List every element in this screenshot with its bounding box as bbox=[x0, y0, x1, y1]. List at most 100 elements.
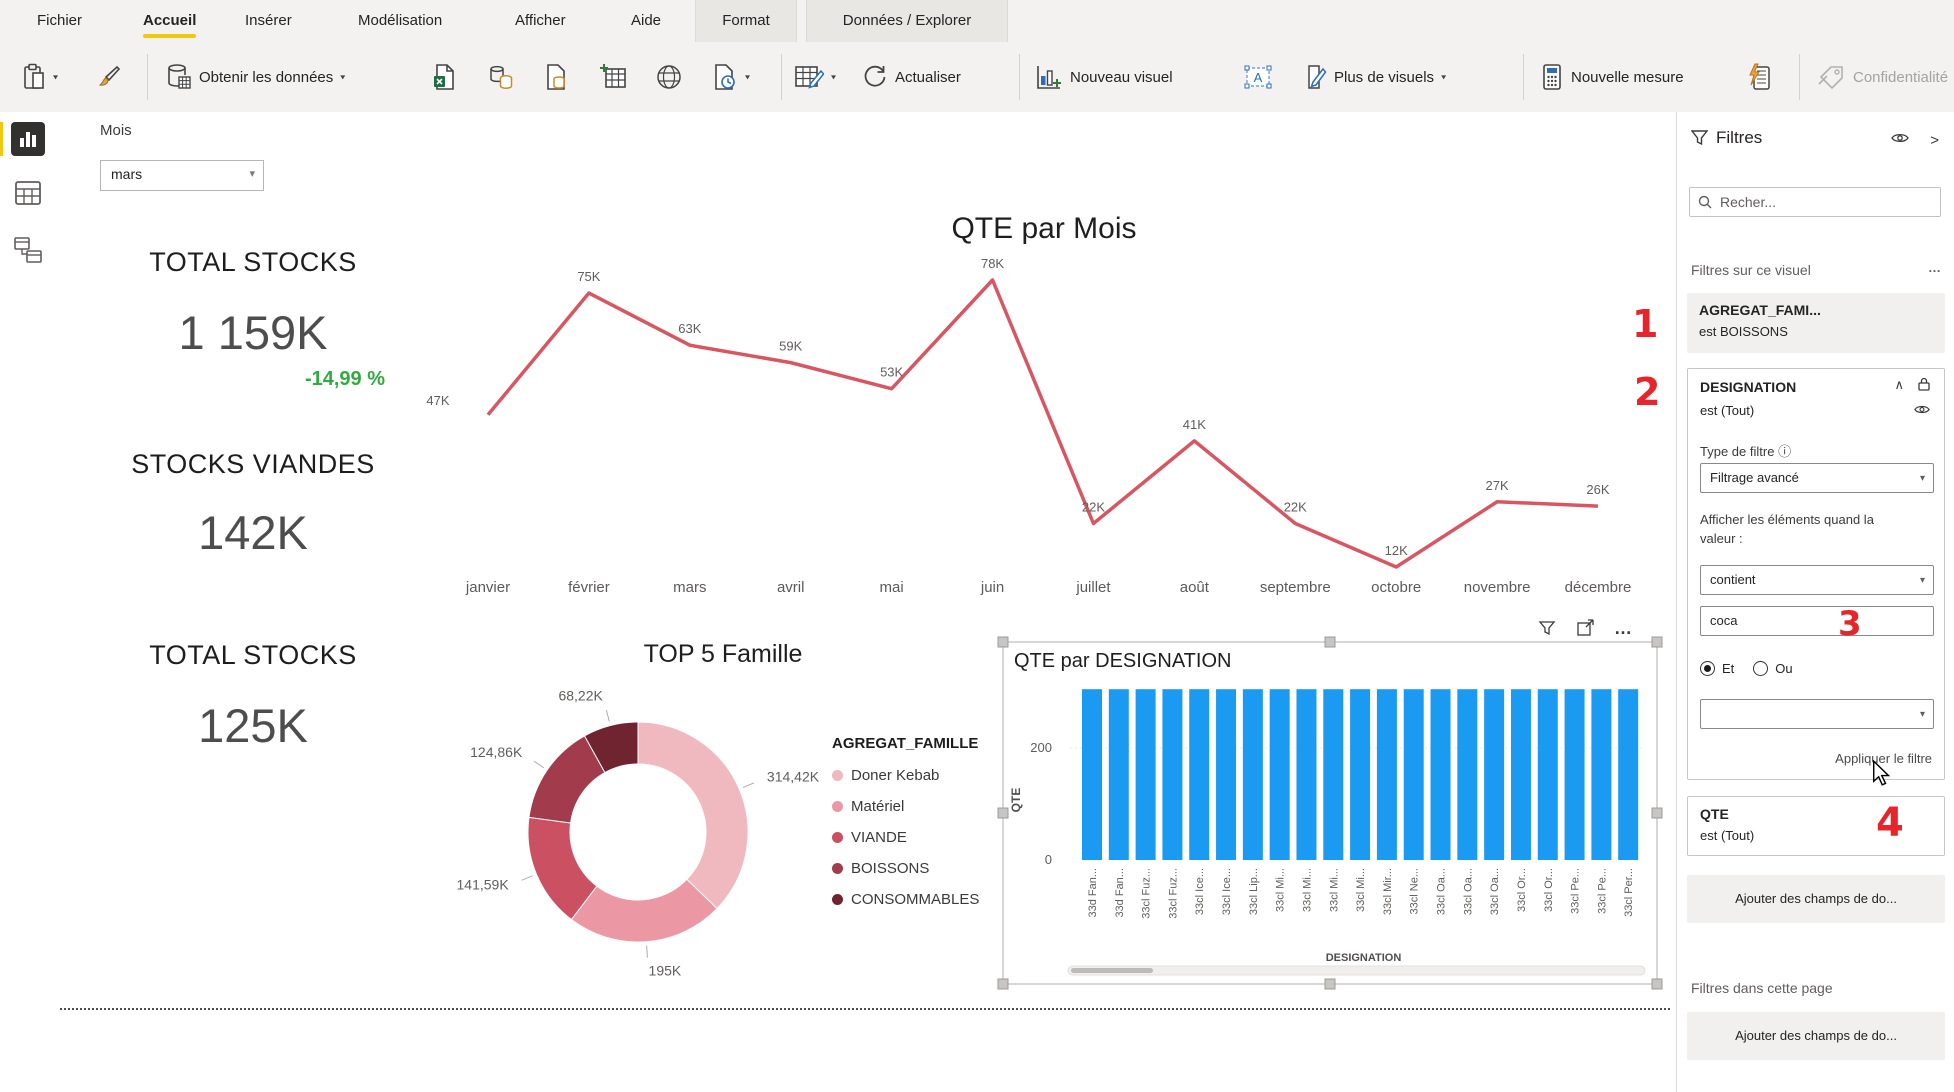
add-data-fields-button[interactable]: Ajouter des champs de do... bbox=[1687, 875, 1945, 923]
kpi-stocks-viandes-title: STOCKS VIANDES bbox=[88, 449, 418, 480]
chevron-down-icon: ▾ bbox=[1441, 73, 1446, 82]
data-hub-button[interactable] bbox=[487, 42, 515, 112]
legend-color-dot bbox=[832, 832, 843, 843]
new-measure-button[interactable]: Nouvelle mesure bbox=[1540, 42, 1684, 112]
page-boundary-dotted-line bbox=[60, 1008, 1670, 1010]
sensitivity-button[interactable]: Confidentialité bbox=[1818, 42, 1948, 112]
menu-tab-format[interactable]: Format bbox=[695, 0, 797, 42]
data-view-icon bbox=[14, 180, 42, 206]
kpi-total-stocks2-title: TOTAL STOCKS bbox=[88, 640, 418, 671]
filter-type-select[interactable]: Filtrage avancé▾ bbox=[1700, 463, 1934, 493]
and-radio[interactable] bbox=[1700, 661, 1715, 676]
model-view-icon bbox=[13, 236, 43, 264]
or-radio[interactable] bbox=[1753, 661, 1768, 676]
format-painter-button[interactable] bbox=[96, 42, 122, 112]
new-visual-button[interactable]: Nouveau visuel bbox=[1035, 42, 1173, 112]
paintbrush-icon bbox=[96, 64, 122, 90]
transform-data-button[interactable]: ▾ bbox=[794, 42, 836, 112]
table-plus-icon bbox=[600, 63, 628, 91]
refresh-button[interactable]: Actualiser bbox=[862, 42, 961, 112]
sql-server-button[interactable] bbox=[544, 42, 568, 112]
recent-sources-button[interactable]: ▾ bbox=[712, 42, 750, 112]
search-placeholder: Recher... bbox=[1720, 194, 1776, 210]
more-options-icon[interactable]: … bbox=[1928, 260, 1941, 275]
calculator-icon bbox=[1540, 63, 1564, 91]
report-view-button[interactable] bbox=[11, 122, 45, 156]
legend-label: VIANDE bbox=[851, 829, 907, 846]
menu-tab-accueil[interactable]: Accueil bbox=[143, 0, 196, 42]
secondary-operator-select[interactable]: ▾ bbox=[1700, 699, 1934, 729]
excel-import-button[interactable] bbox=[432, 42, 456, 112]
add-data-fields-button-2[interactable]: Ajouter des champs de do... bbox=[1687, 1012, 1945, 1060]
legend-item-viande[interactable]: VIANDE bbox=[832, 822, 979, 853]
kpi-total-stocks-delta: -14,99 % bbox=[245, 368, 445, 391]
filter-card-designation[interactable]: DESIGNATION ∧ est (Tout) Type de filtre … bbox=[1687, 368, 1945, 780]
get-data-label: Obtenir les données bbox=[199, 69, 333, 86]
text-box-button[interactable]: A bbox=[1243, 42, 1273, 112]
enter-data-button[interactable] bbox=[600, 42, 628, 112]
excel-file-icon bbox=[432, 63, 456, 91]
eye-icon[interactable] bbox=[1914, 403, 1930, 418]
filter-card-qte[interactable]: QTE est (Tout) bbox=[1687, 796, 1945, 856]
new-visual-label: Nouveau visuel bbox=[1070, 69, 1173, 86]
eye-icon[interactable] bbox=[1891, 132, 1909, 147]
refresh-label: Actualiser bbox=[895, 69, 961, 86]
menu-tab-inserer[interactable]: Insérer bbox=[245, 0, 292, 42]
view-rail bbox=[0, 112, 57, 1092]
chevron-up-icon[interactable]: ∧ bbox=[1894, 377, 1904, 393]
filters-pane: Filtres > Recher... Filtres sur ce visue… bbox=[1676, 112, 1954, 1092]
filter-field: QTE bbox=[1700, 806, 1729, 822]
month-slicer-dropdown[interactable]: mars ▾ bbox=[100, 160, 264, 191]
show-items-label-line1: Afficher les éléments quand la bbox=[1700, 512, 1874, 527]
line-chart-title: QTE par Mois bbox=[909, 212, 1179, 246]
kpi-total-stocks-value: 1 159K bbox=[88, 305, 418, 360]
database-icon bbox=[166, 63, 192, 91]
menu-tab-donnees-explorer[interactable]: Données / Explorer bbox=[806, 0, 1008, 42]
menu-tab-afficher[interactable]: Afficher bbox=[515, 0, 566, 42]
menu-tab-modelisation[interactable]: Modélisation bbox=[358, 0, 442, 42]
legend-item-boissons[interactable]: BOISSONS bbox=[832, 853, 979, 884]
quick-measure-button[interactable] bbox=[1747, 42, 1773, 112]
legend-label: Matériel bbox=[851, 798, 904, 815]
legend-item-mat-riel[interactable]: Matériel bbox=[832, 791, 979, 822]
data-view-button[interactable] bbox=[14, 180, 42, 211]
dataflows-button[interactable] bbox=[655, 42, 683, 112]
refresh-icon bbox=[862, 64, 888, 90]
menu-tab-aide[interactable]: Aide bbox=[631, 0, 661, 42]
filter-type-label: Type de filtre ⓘ bbox=[1700, 441, 1791, 460]
pencil-visual-icon bbox=[1301, 63, 1327, 91]
text-box-icon: A bbox=[1243, 64, 1273, 90]
kpi-total-stocks-title: TOTAL STOCKS bbox=[88, 247, 418, 278]
get-data-button[interactable]: Obtenir les données ▾ bbox=[166, 42, 345, 112]
more-visuals-button[interactable]: Plus de visuels ▾ bbox=[1301, 42, 1446, 112]
donut-legend: AGREGAT_FAMILLE Doner KebabMatérielVIAND… bbox=[832, 735, 979, 915]
annotation-4: 4 bbox=[1876, 800, 1904, 846]
chevron-down-icon: ▾ bbox=[249, 167, 255, 180]
model-view-button[interactable] bbox=[13, 236, 43, 269]
ribbon: ▾ Obtenir les données ▾ bbox=[0, 42, 1954, 113]
paste-button[interactable]: ▾ bbox=[22, 42, 58, 112]
filter-value-input[interactable]: coca bbox=[1700, 606, 1934, 636]
show-items-label-line2: valeur : bbox=[1700, 531, 1743, 546]
filter-field: AGREGAT_FAMI... bbox=[1699, 302, 1821, 318]
search-icon bbox=[1698, 195, 1712, 209]
collapse-pane-icon[interactable]: > bbox=[1930, 132, 1939, 149]
filter-card-agregat[interactable]: AGREGAT_FAMI... est BOISSONS bbox=[1687, 293, 1945, 353]
legend-item-consommables[interactable]: CONSOMMABLES bbox=[832, 884, 979, 915]
operator-select[interactable]: contient▾ bbox=[1700, 565, 1934, 595]
kpi-stocks-viandes-value: 142K bbox=[88, 505, 418, 560]
sensitivity-tag-icon bbox=[1818, 64, 1846, 90]
more-visuals-label: Plus de visuels bbox=[1334, 69, 1434, 86]
menu-tab-fichier[interactable]: Fichier bbox=[37, 0, 82, 42]
active-view-indicator bbox=[0, 122, 3, 156]
legend-label: Doner Kebab bbox=[851, 767, 939, 784]
mouse-cursor bbox=[1872, 760, 1892, 786]
file-database-icon bbox=[544, 63, 568, 91]
chevron-down-icon: ▾ bbox=[340, 73, 345, 82]
legend-item-doner-kebab[interactable]: Doner Kebab bbox=[832, 760, 979, 791]
chart-plus-icon bbox=[1035, 63, 1063, 91]
filters-search-input[interactable]: Recher... bbox=[1689, 187, 1941, 217]
layered-globe-icon bbox=[655, 63, 683, 91]
lock-icon[interactable] bbox=[1918, 377, 1930, 394]
bar-chart-title: QTE par DESIGNATION bbox=[1014, 650, 1231, 673]
